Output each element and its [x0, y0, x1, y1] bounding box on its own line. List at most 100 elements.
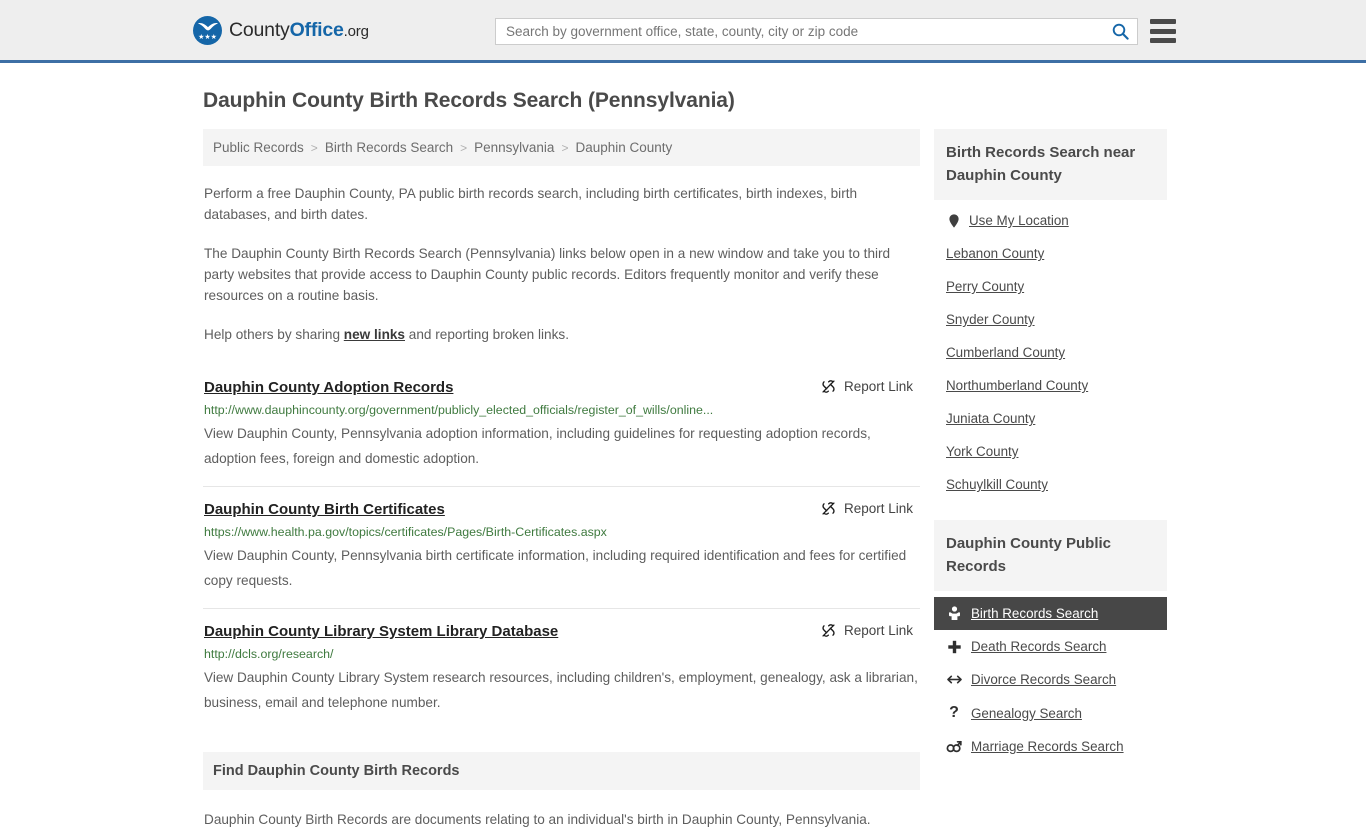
find-records-body: Dauphin County Birth Records are documen…: [204, 812, 871, 827]
intro-text: Perform a free Dauphin County, PA public…: [203, 183, 920, 345]
page-body: Dauphin County Birth Records Search (Pen…: [0, 89, 1366, 830]
sidebar-item-birth-records-search[interactable]: Birth Records Search: [934, 597, 1167, 630]
county-link[interactable]: Schuylkill County: [946, 477, 1048, 492]
plus-glyph: [947, 640, 961, 653]
use-my-location-link[interactable]: Use My Location: [969, 213, 1069, 228]
result-title-link[interactable]: Dauphin County Adoption Records: [204, 378, 453, 397]
sidebar-link-birth-records[interactable]: Birth Records Search: [971, 606, 1098, 621]
result-description: View Dauphin County, Pennsylvania adopti…: [204, 426, 871, 466]
main-column: Public Records > Birth Records Search > …: [203, 129, 920, 830]
hamburger-menu-button[interactable]: [1150, 19, 1176, 43]
result-url[interactable]: http://www.dauphincounty.org/government/…: [204, 402, 919, 418]
county-link[interactable]: York County: [946, 444, 1018, 459]
nearby-county-cumberland[interactable]: Cumberland County: [934, 336, 1167, 369]
breadcrumb-item-pennsylvania[interactable]: Pennsylvania: [474, 140, 554, 155]
brand-wordmark: CountyOffice.org: [229, 19, 369, 42]
search-input[interactable]: [496, 19, 1103, 44]
county-link[interactable]: Cumberland County: [946, 345, 1065, 360]
nearby-county-perry[interactable]: Perry County: [934, 270, 1167, 303]
report-link-label: Report Link: [843, 379, 913, 394]
hamburger-bar: [1150, 38, 1176, 43]
site-header: ★★★ CountyOffice.org: [0, 0, 1366, 63]
result-header: Dauphin County Adoption Records Report L…: [204, 378, 919, 397]
nearby-county-schuylkill[interactable]: Schuylkill County: [934, 468, 1167, 501]
nearby-county-northumberland[interactable]: Northumberland County: [934, 369, 1167, 402]
new-links-link[interactable]: new links: [344, 327, 405, 342]
sidebar-item-genealogy-search[interactable]: ? Genealogy Search: [934, 696, 1167, 730]
nearby-searches-panel: Birth Records Search near Dauphin County…: [934, 129, 1167, 501]
result-title-link[interactable]: Dauphin County Birth Certificates: [204, 500, 445, 519]
page-title: Dauphin County Birth Records Search (Pen…: [203, 89, 735, 112]
nearby-county-york[interactable]: York County: [934, 435, 1167, 468]
report-link-label: Report Link: [843, 623, 913, 638]
public-records-panel: Dauphin County Public Records Birth Reco…: [934, 520, 1167, 763]
map-pin-icon: [946, 213, 961, 228]
result-title-link[interactable]: Dauphin County Library System Library Da…: [204, 622, 558, 641]
report-link-label: Report Link: [843, 501, 913, 516]
search-icon: [1112, 23, 1129, 40]
result-url[interactable]: http://dcls.org/research/: [204, 646, 919, 662]
breadcrumb-separator: >: [561, 140, 569, 155]
report-link-button[interactable]: Report Link: [821, 501, 919, 516]
result-header: Dauphin County Birth Certificates Report…: [204, 500, 919, 519]
question-mark-icon: ?: [949, 704, 959, 721]
result-item: Dauphin County Birth Certificates Report…: [203, 486, 920, 608]
nearby-county-lebanon[interactable]: Lebanon County: [934, 237, 1167, 270]
breadcrumb-item-public-records[interactable]: Public Records: [213, 140, 304, 155]
sidebar-link-marriage-records[interactable]: Marriage Records Search: [971, 739, 1124, 754]
result-item: Dauphin County Adoption Records Report L…: [203, 367, 920, 486]
sidebar: Birth Records Search near Dauphin County…: [934, 129, 1167, 830]
sidebar-link-genealogy[interactable]: Genealogy Search: [971, 706, 1082, 721]
site-logo[interactable]: ★★★ CountyOffice.org: [193, 15, 369, 45]
public-records-list: Birth Records Search Death Records Searc…: [934, 597, 1167, 763]
result-description: View Dauphin County, Pennsylvania birth …: [204, 548, 907, 588]
nearby-county-juniata[interactable]: Juniata County: [934, 402, 1167, 435]
sidebar-item-death-records-search[interactable]: Death Records Search: [934, 630, 1167, 663]
broken-link-icon: [822, 624, 835, 637]
content-columns: Public Records > Birth Records Search > …: [0, 129, 1366, 830]
breadcrumb-separator: >: [310, 140, 318, 155]
sidebar-link-divorce-records[interactable]: Divorce Records Search: [971, 672, 1116, 687]
county-link[interactable]: Lebanon County: [946, 246, 1044, 261]
arrows-horizontal-glyph: [946, 675, 962, 684]
brand-part-office: Office: [289, 18, 344, 41]
use-my-location-row[interactable]: Use My Location: [934, 204, 1167, 237]
brand-part-org: .org: [343, 22, 369, 40]
intro-paragraph-1: Perform a free Dauphin County, PA public…: [204, 186, 858, 222]
sidebar-item-divorce-records-search[interactable]: Divorce Records Search: [934, 663, 1167, 696]
intro-paragraph-3: Help others by sharing new links and rep…: [204, 324, 919, 345]
result-header: Dauphin County Library System Library Da…: [204, 622, 919, 641]
sidebar-link-death-records[interactable]: Death Records Search: [971, 639, 1106, 654]
breadcrumb-separator: >: [460, 140, 468, 155]
report-link-button[interactable]: Report Link: [821, 623, 919, 638]
result-url[interactable]: https://www.health.pa.gov/topics/certifi…: [204, 524, 919, 540]
eagle-logo-icon: ★★★: [193, 15, 222, 45]
broken-link-icon: [822, 502, 835, 515]
result-description: View Dauphin County Library System resea…: [204, 670, 918, 710]
county-link[interactable]: Snyder County: [946, 312, 1035, 327]
nearby-county-snyder[interactable]: Snyder County: [934, 303, 1167, 336]
baby-icon: [946, 606, 962, 621]
nearby-searches-header: Birth Records Search near Dauphin County: [934, 129, 1167, 200]
results-list: Dauphin County Adoption Records Report L…: [203, 367, 920, 730]
county-link[interactable]: Juniata County: [946, 411, 1035, 426]
nearby-county-list: Use My Location Lebanon County Perry Cou…: [934, 204, 1167, 501]
brand-part-county: County: [229, 18, 290, 41]
search-button[interactable]: [1103, 19, 1137, 44]
county-link[interactable]: Northumberland County: [946, 378, 1088, 393]
result-item: Dauphin County Library System Library Da…: [203, 608, 920, 730]
find-records-header: Find Dauphin County Birth Records: [203, 752, 920, 790]
map-pin-glyph: [948, 213, 959, 228]
hamburger-bar: [1150, 19, 1176, 24]
search-bar[interactable]: [495, 18, 1138, 45]
county-link[interactable]: Perry County: [946, 279, 1024, 294]
three-stars-icon: ★★★: [198, 33, 217, 41]
public-records-header: Dauphin County Public Records: [934, 520, 1167, 591]
report-link-button[interactable]: Report Link: [821, 379, 919, 394]
hamburger-bar: [1150, 28, 1176, 34]
breadcrumb-item-birth-records-search[interactable]: Birth Records Search: [325, 140, 453, 155]
male-female-icon: [946, 740, 962, 754]
breadcrumb-item-dauphin-county[interactable]: Dauphin County: [575, 140, 672, 155]
intro-p3-before: Help others by sharing: [204, 327, 344, 342]
sidebar-item-marriage-records-search[interactable]: Marriage Records Search: [934, 730, 1167, 763]
